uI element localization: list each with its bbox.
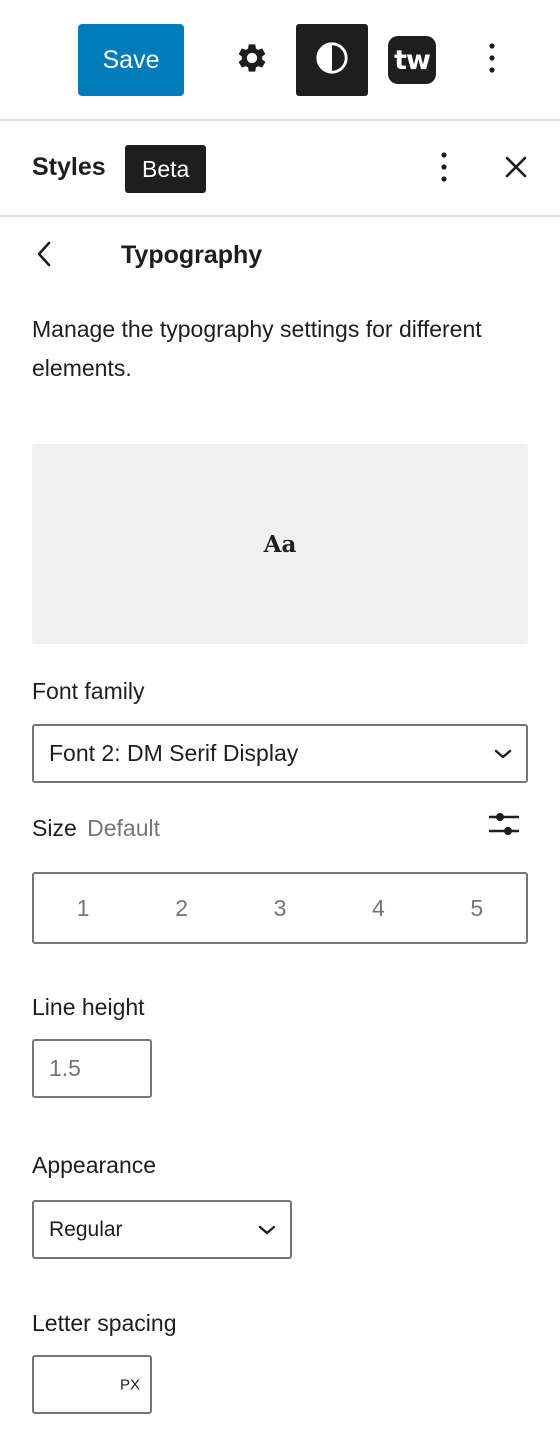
size-current-value: Default (87, 815, 161, 841)
chevron-down-icon (258, 1224, 276, 1236)
line-height-input[interactable]: 1.5 (32, 1039, 152, 1098)
letter-spacing-input[interactable]: PX (32, 1355, 152, 1414)
size-option-5[interactable]: 5 (428, 895, 526, 922)
size-picker: 1 2 3 4 5 (32, 872, 528, 944)
appearance-select[interactable]: Regular (32, 1200, 292, 1259)
plugin-logo[interactable]: tw (388, 36, 436, 84)
more-vertical-icon (488, 42, 496, 79)
contrast-icon (315, 41, 349, 80)
font-family-value: Font 2: DM Serif Display (49, 740, 299, 766)
options-menu-button[interactable] (470, 36, 514, 84)
section-description: Manage the typography settings for diffe… (32, 316, 482, 381)
appearance-label: Appearance (32, 1152, 157, 1178)
size-label-row: Size Default (32, 815, 160, 842)
font-family-label: Font family (32, 678, 145, 704)
letter-spacing-label: Letter spacing (32, 1310, 177, 1336)
appearance-value: Regular (49, 1217, 123, 1241)
close-button[interactable] (494, 145, 538, 193)
settings-button[interactable] (226, 34, 278, 86)
size-option-1[interactable]: 1 (34, 895, 132, 922)
size-label: Size (32, 815, 77, 841)
section-title: Typography (121, 241, 263, 269)
save-button[interactable]: Save (78, 24, 184, 96)
beta-badge: Beta (125, 145, 207, 193)
panel-title: Styles (32, 153, 106, 181)
line-height-label: Line height (32, 994, 145, 1020)
size-option-3[interactable]: 3 (231, 895, 329, 922)
line-height-placeholder: 1.5 (49, 1055, 81, 1081)
gear-icon (235, 41, 269, 80)
editor-toolbar: Save tw (0, 0, 560, 121)
unit-label: PX (119, 1376, 140, 1393)
size-option-2[interactable]: 2 (132, 895, 230, 922)
size-option-4[interactable]: 4 (329, 895, 427, 922)
custom-size-toggle[interactable] (484, 806, 524, 846)
typography-preview: Aa (32, 444, 528, 644)
chevron-left-icon (36, 241, 52, 272)
chevron-down-icon (494, 748, 512, 760)
styles-toggle-button[interactable] (296, 24, 368, 96)
back-button[interactable] (26, 234, 62, 278)
styles-more-button[interactable] (422, 145, 466, 193)
settings-sliders-icon (487, 809, 521, 844)
more-vertical-icon (440, 151, 448, 188)
font-family-select[interactable]: Font 2: DM Serif Display (32, 724, 528, 783)
styles-panel-header: Styles Beta (0, 121, 560, 217)
preview-text: Aa (263, 530, 297, 558)
close-icon (505, 156, 527, 183)
